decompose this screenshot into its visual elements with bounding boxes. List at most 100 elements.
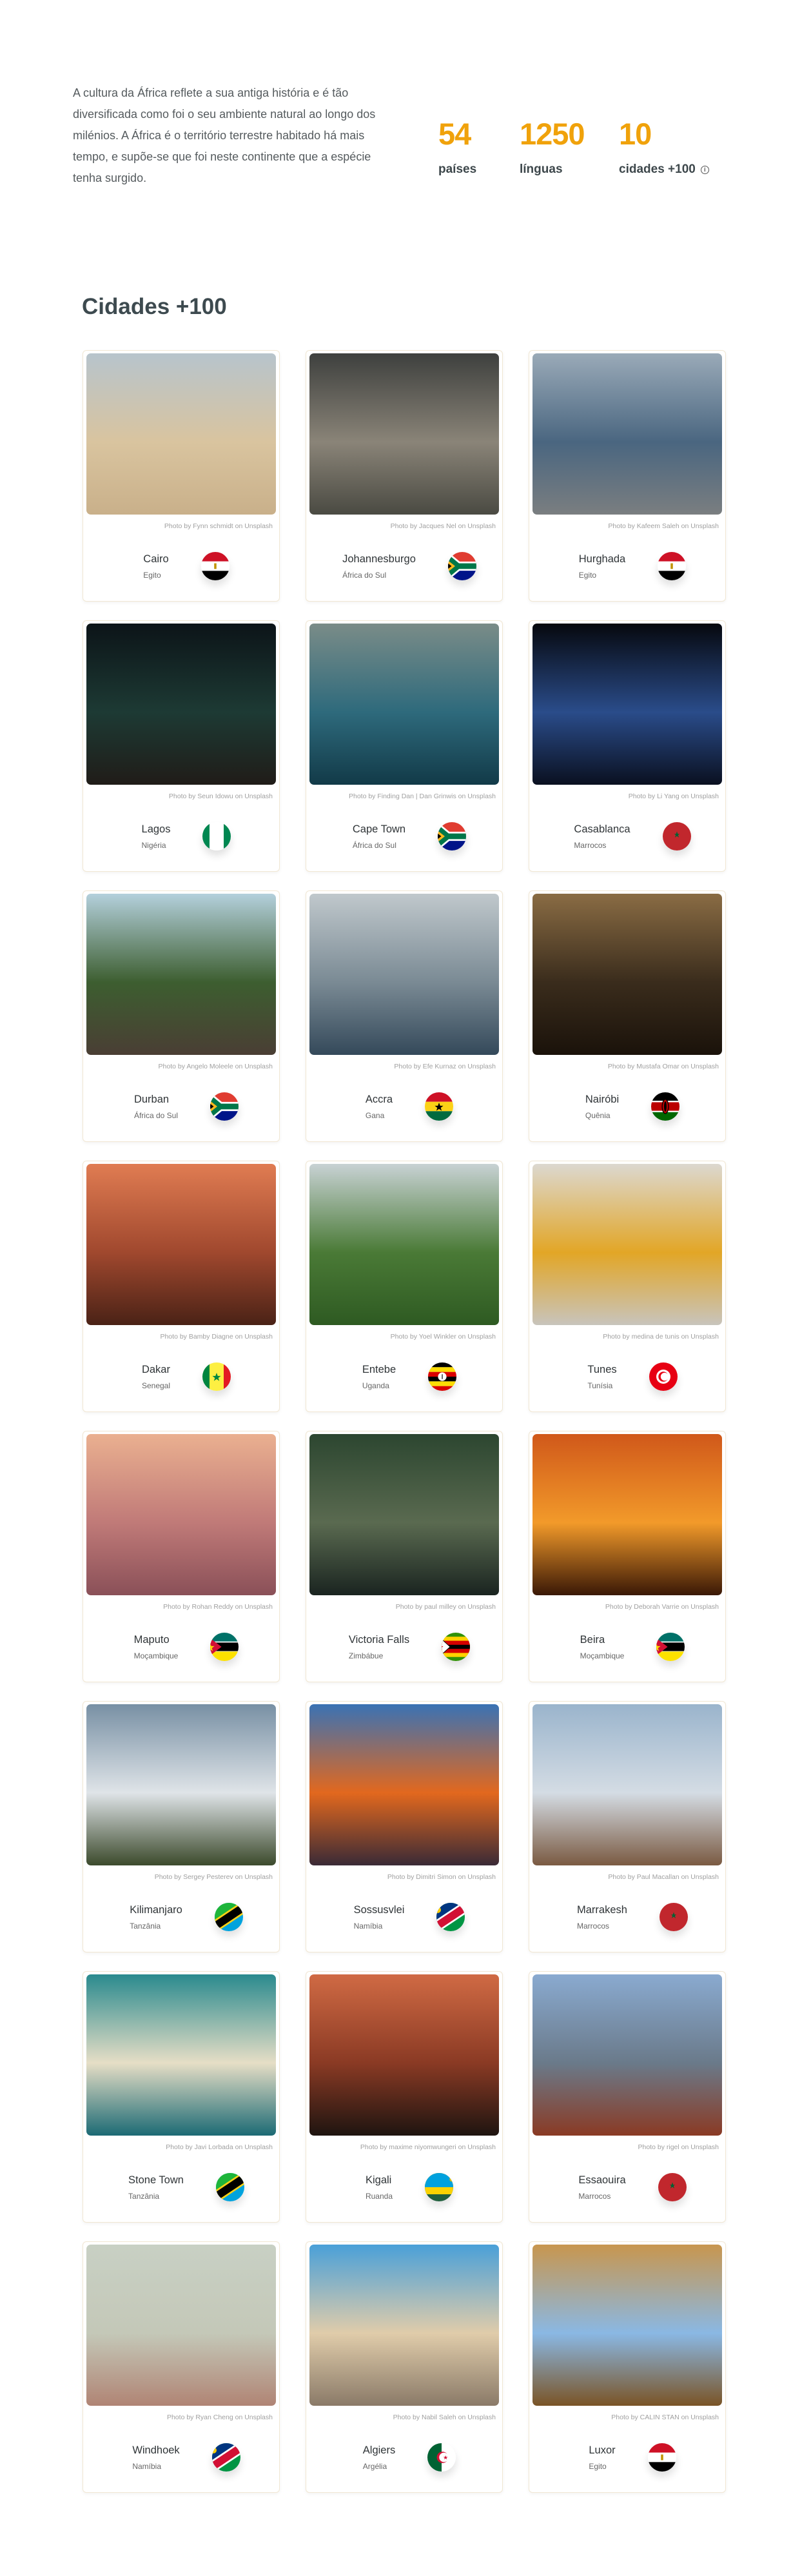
- card-text: Kilimanjaro Tanzânia: [130, 1904, 182, 1931]
- city-photo[interactable]: [533, 624, 722, 785]
- flag-za-icon: [210, 1092, 239, 1121]
- card-info: Luxor Egito: [533, 2443, 722, 2472]
- photo-credit[interactable]: Photo by Li Yang on Unsplash: [533, 792, 722, 800]
- city-name: Cape Town: [352, 823, 406, 835]
- city-card-nairobi[interactable]: Photo by Mustafa Omar on Unsplash Nairóbi…: [529, 890, 726, 1142]
- card-text: Casablanca Marrocos: [574, 823, 630, 850]
- stat-value: 54: [438, 117, 471, 151]
- city-name: Kilimanjaro: [130, 1903, 182, 1916]
- info-icon[interactable]: i: [700, 165, 709, 174]
- flag-za-icon: [438, 822, 467, 850]
- city-photo[interactable]: [309, 353, 499, 515]
- city-photo[interactable]: [309, 1704, 499, 1865]
- city-name: Maputo: [133, 1633, 170, 1646]
- city-card-cairo[interactable]: Photo by Fynn schmidt on Unsplash Cairo Eg…: [83, 350, 280, 602]
- photo-credit[interactable]: Photo by Javi Lorbada on Unsplash: [86, 2143, 276, 2151]
- city-photo[interactable]: [533, 894, 722, 1055]
- city-card-windhoek[interactable]: Photo by Ryan Cheng on Unsplash Windhoek N…: [83, 2241, 280, 2493]
- photo-credit[interactable]: Photo by Finding Dan | Dan Grinwis on Un…: [309, 792, 499, 800]
- photo-credit[interactable]: Photo by Rohan Reddy on Unsplash: [86, 1603, 276, 1611]
- city-card-entebe[interactable]: Photo by Yoel Winkler on Unsplash Entebe U…: [306, 1161, 503, 1412]
- photo-credit[interactable]: Photo by Sergey Pesterev on Unsplash: [86, 1873, 276, 1881]
- city-photo[interactable]: [86, 624, 276, 785]
- city-photo[interactable]: [533, 1434, 722, 1595]
- city-name: Luxor: [589, 2444, 616, 2456]
- city-photo[interactable]: [309, 624, 499, 785]
- city-name: Durban: [133, 1093, 170, 1105]
- card-info: Nairóbi Quênia: [533, 1092, 722, 1121]
- photo-credit[interactable]: Photo by Jacques Nel on Unsplash: [309, 522, 499, 530]
- flag-zw-icon: [442, 1633, 471, 1661]
- photo-credit[interactable]: Photo by Ryan Cheng on Unsplash: [86, 2414, 276, 2421]
- card-info: Beira Moçambique: [533, 1633, 722, 1661]
- city-card-tunes[interactable]: Photo by medina de tunis on Unsplash Tune…: [529, 1161, 726, 1412]
- city-card-victoria-falls[interactable]: Photo by paul milley on Unsplash Victoria…: [306, 1431, 503, 1682]
- city-card-maputo[interactable]: Photo by Rohan Reddy on Unsplash Maputo Mo…: [83, 1431, 280, 1682]
- country-name: Marrocos: [578, 2191, 611, 2201]
- city-card-casablanca[interactable]: Photo by Li Yang on Unsplash Casablanca Ma…: [529, 620, 726, 872]
- city-card-cape-town[interactable]: Photo by Finding Dan | Dan Grinwis on Un…: [306, 620, 503, 872]
- city-photo[interactable]: [86, 1704, 276, 1865]
- photo-credit[interactable]: Photo by Efe Kurnaz on Unsplash: [309, 1063, 499, 1070]
- photo-credit[interactable]: Photo by Deborah Varrie on Unsplash: [533, 1603, 722, 1611]
- city-card-luxor[interactable]: Photo by CALIN STAN on Unsplash Luxor Egit…: [529, 2241, 726, 2493]
- city-card-beira[interactable]: Photo by Deborah Varrie on Unsplash Beira…: [529, 1431, 726, 1682]
- city-photo[interactable]: [533, 1974, 722, 2136]
- city-photo[interactable]: [86, 2245, 276, 2406]
- city-name: Marrakesh: [577, 1903, 627, 1916]
- photo-credit[interactable]: Photo by Mustafa Omar on Unsplash: [533, 1063, 722, 1070]
- city-card-hurghada[interactable]: Photo by Kafeem Saleh on Unsplash Hurghad…: [529, 350, 726, 602]
- city-photo[interactable]: [533, 1704, 722, 1865]
- card-text: Kigali Ruanda: [366, 2174, 393, 2201]
- city-photo[interactable]: [309, 1974, 499, 2136]
- city-card-sossusvlei[interactable]: Photo by Dimitri Simon on Unsplash Sossus…: [306, 1701, 503, 1952]
- city-card-accra[interactable]: Photo by Efe Kurnaz on Unsplash Accra Gana: [306, 890, 503, 1142]
- city-photo[interactable]: [533, 2245, 722, 2406]
- city-card-essaouira[interactable]: Photo by rigel on Unsplash Essaouira Marro…: [529, 1971, 726, 2223]
- photo-credit[interactable]: Photo by Fynn schmidt on Unsplash: [86, 522, 276, 530]
- photo-credit[interactable]: Photo by paul milley on Unsplash: [309, 1603, 499, 1611]
- flag-tz-icon: [215, 2173, 244, 2201]
- city-card-stone-town[interactable]: Photo by Javi Lorbada on Unsplash Stone T…: [83, 1971, 280, 2223]
- city-photo[interactable]: [533, 353, 722, 515]
- photo-credit[interactable]: Photo by Yoel Winkler on Unsplash: [309, 1333, 499, 1341]
- city-card-lagos[interactable]: Photo by Seun Idowu on Unsplash Lagos Nigé…: [83, 620, 280, 872]
- photo-credit[interactable]: Photo by maxime niyomwungeri on Unsplash: [309, 2143, 499, 2151]
- city-card-algiers[interactable]: Photo by Nabil Saleh on Unsplash Algiers A…: [306, 2241, 503, 2493]
- flag-tz-icon: [214, 1903, 243, 1931]
- city-photo[interactable]: [86, 894, 276, 1055]
- photo-credit[interactable]: Photo by Paul Macallan on Unsplash: [533, 1873, 722, 1881]
- city-photo[interactable]: [86, 353, 276, 515]
- city-card-dakar[interactable]: Photo by Bamby Diagne on Unsplash Dakar Se…: [83, 1161, 280, 1412]
- city-card-durban[interactable]: Photo by Angelo Moleele on Unsplash Durba…: [83, 890, 280, 1142]
- card-text: Maputo Moçambique: [134, 1634, 179, 1660]
- city-photo[interactable]: [309, 1164, 499, 1325]
- city-card-marrakesh[interactable]: Photo by Paul Macallan on Unsplash Marrak…: [529, 1701, 726, 1952]
- photo-credit[interactable]: Photo by Dimitri Simon on Unsplash: [309, 1873, 499, 1881]
- city-photo[interactable]: [309, 1434, 499, 1595]
- card-info: Victoria Falls Zimbábue: [309, 1633, 499, 1661]
- photo-credit[interactable]: Photo by Bamby Diagne on Unsplash: [86, 1333, 276, 1341]
- photo-credit[interactable]: Photo by Seun Idowu on Unsplash: [86, 792, 276, 800]
- city-photo[interactable]: [86, 1974, 276, 2136]
- country-name: Egito: [143, 570, 161, 580]
- city-photo[interactable]: [533, 1164, 722, 1325]
- photo-credit[interactable]: Photo by CALIN STAN on Unsplash: [533, 2414, 722, 2421]
- city-card-kilimanjaro[interactable]: Photo by Sergey Pesterev on Unsplash Kili…: [83, 1701, 280, 1952]
- city-photo[interactable]: [309, 2245, 499, 2406]
- city-photo[interactable]: [86, 1434, 276, 1595]
- city-name: Cairo: [143, 553, 169, 565]
- photo-credit[interactable]: Photo by rigel on Unsplash: [533, 2143, 722, 2151]
- stat-cities: 10 cidades +100 i: [619, 116, 709, 177]
- city-card-johannesburgo[interactable]: Photo by Jacques Nel on Unsplash Johannes…: [306, 350, 503, 602]
- city-name: Hurghada: [578, 553, 626, 565]
- photo-credit[interactable]: Photo by Angelo Moleele on Unsplash: [86, 1063, 276, 1070]
- photo-credit[interactable]: Photo by medina de tunis on Unsplash: [533, 1333, 722, 1341]
- card-info: Essaouira Marrocos: [533, 2173, 722, 2201]
- city-photo[interactable]: [309, 894, 499, 1055]
- city-card-kigali[interactable]: Photo by maxime niyomwungeri on Unsplash…: [306, 1971, 503, 2223]
- photo-credit[interactable]: Photo by Kafeem Saleh on Unsplash: [533, 522, 722, 530]
- photo-credit[interactable]: Photo by Nabil Saleh on Unsplash: [309, 2414, 499, 2421]
- city-photo[interactable]: [86, 1164, 276, 1325]
- card-info: Casablanca Marrocos: [533, 822, 722, 850]
